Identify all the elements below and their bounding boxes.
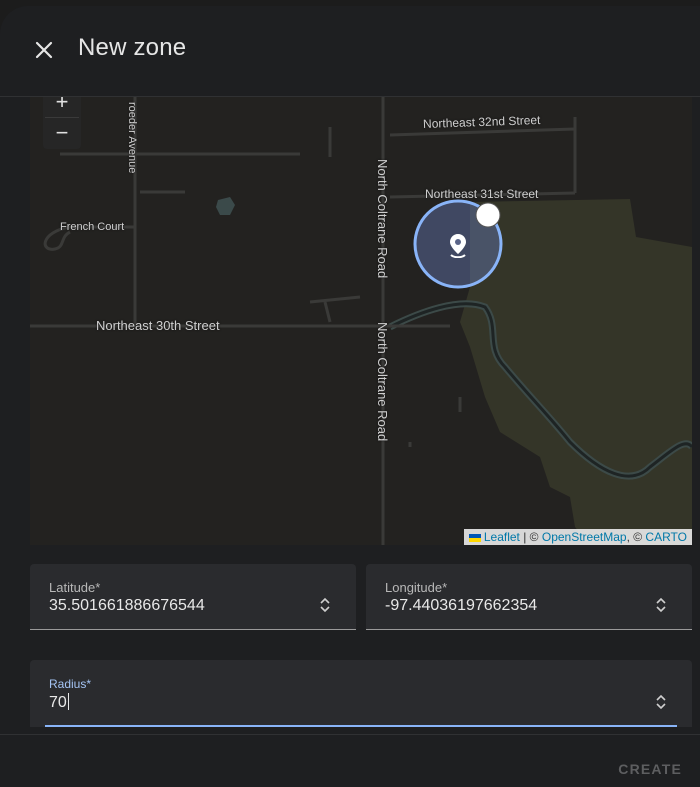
attribution-sep-2: , © [626,530,646,544]
zoom-control: + − [43,97,81,149]
street-label-french-court: French Court [60,221,125,233]
latitude-spinner-icon[interactable] [318,596,332,614]
radius-label: Radius* [49,677,92,691]
latitude-label: Latitude* [49,580,101,595]
street-label-coltrane-north: North Coltrane Road [375,159,390,279]
zoom-in-button[interactable]: + [43,97,81,117]
radius-handle [475,202,501,228]
new-zone-dialog: New zone Northeast 32nd Street Northeast… [0,6,700,787]
pond [216,197,235,215]
dialog-title: New zone [78,34,187,61]
street-label-coltrane-south: North Coltrane Road [375,322,390,442]
map-attribution: Leaflet | © OpenStreetMap, © CARTO [463,529,692,545]
close-icon [35,41,53,59]
radius-input[interactable]: 70 [49,693,69,712]
zoom-out-button[interactable]: − [43,118,81,148]
close-button[interactable] [24,30,64,70]
latitude-input[interactable]: 35.501661886676544 [49,597,205,615]
longitude-input[interactable]: -97.44036197662354 [385,597,537,615]
longitude-field[interactable]: Longitude* -97.44036197662354 [366,564,692,630]
map-marker-icon[interactable] [448,232,468,263]
dialog-footer: CREATE [0,734,700,787]
zone-map[interactable]: Northeast 32nd Street Northeast 31st Str… [30,97,692,545]
longitude-spinner-icon[interactable] [654,596,668,614]
latitude-field[interactable]: Latitude* 35.501661886676544 [30,564,356,630]
create-button[interactable]: CREATE [618,761,682,777]
attribution-sep-1: | © [519,530,542,544]
dialog-header: New zone [0,6,700,97]
osm-link[interactable]: OpenStreetMap [542,530,627,544]
ukraine-flag-icon [468,533,481,542]
street-label-roeder: roeder Avenue [126,102,138,174]
longitude-label: Longitude* [385,580,448,595]
radius-field[interactable]: Radius* 70 [30,660,692,727]
street-label-ne31: Northeast 31st Street [425,187,539,201]
radius-focus-underline [45,725,677,727]
radius-spinner-icon[interactable] [654,693,668,711]
leaflet-link[interactable]: Leaflet [484,530,520,544]
radius-value: 70 [49,694,67,711]
carto-link[interactable]: CARTO [645,530,687,544]
text-caret [67,693,69,710]
street-label-ne30: Northeast 30th Street [96,318,220,333]
